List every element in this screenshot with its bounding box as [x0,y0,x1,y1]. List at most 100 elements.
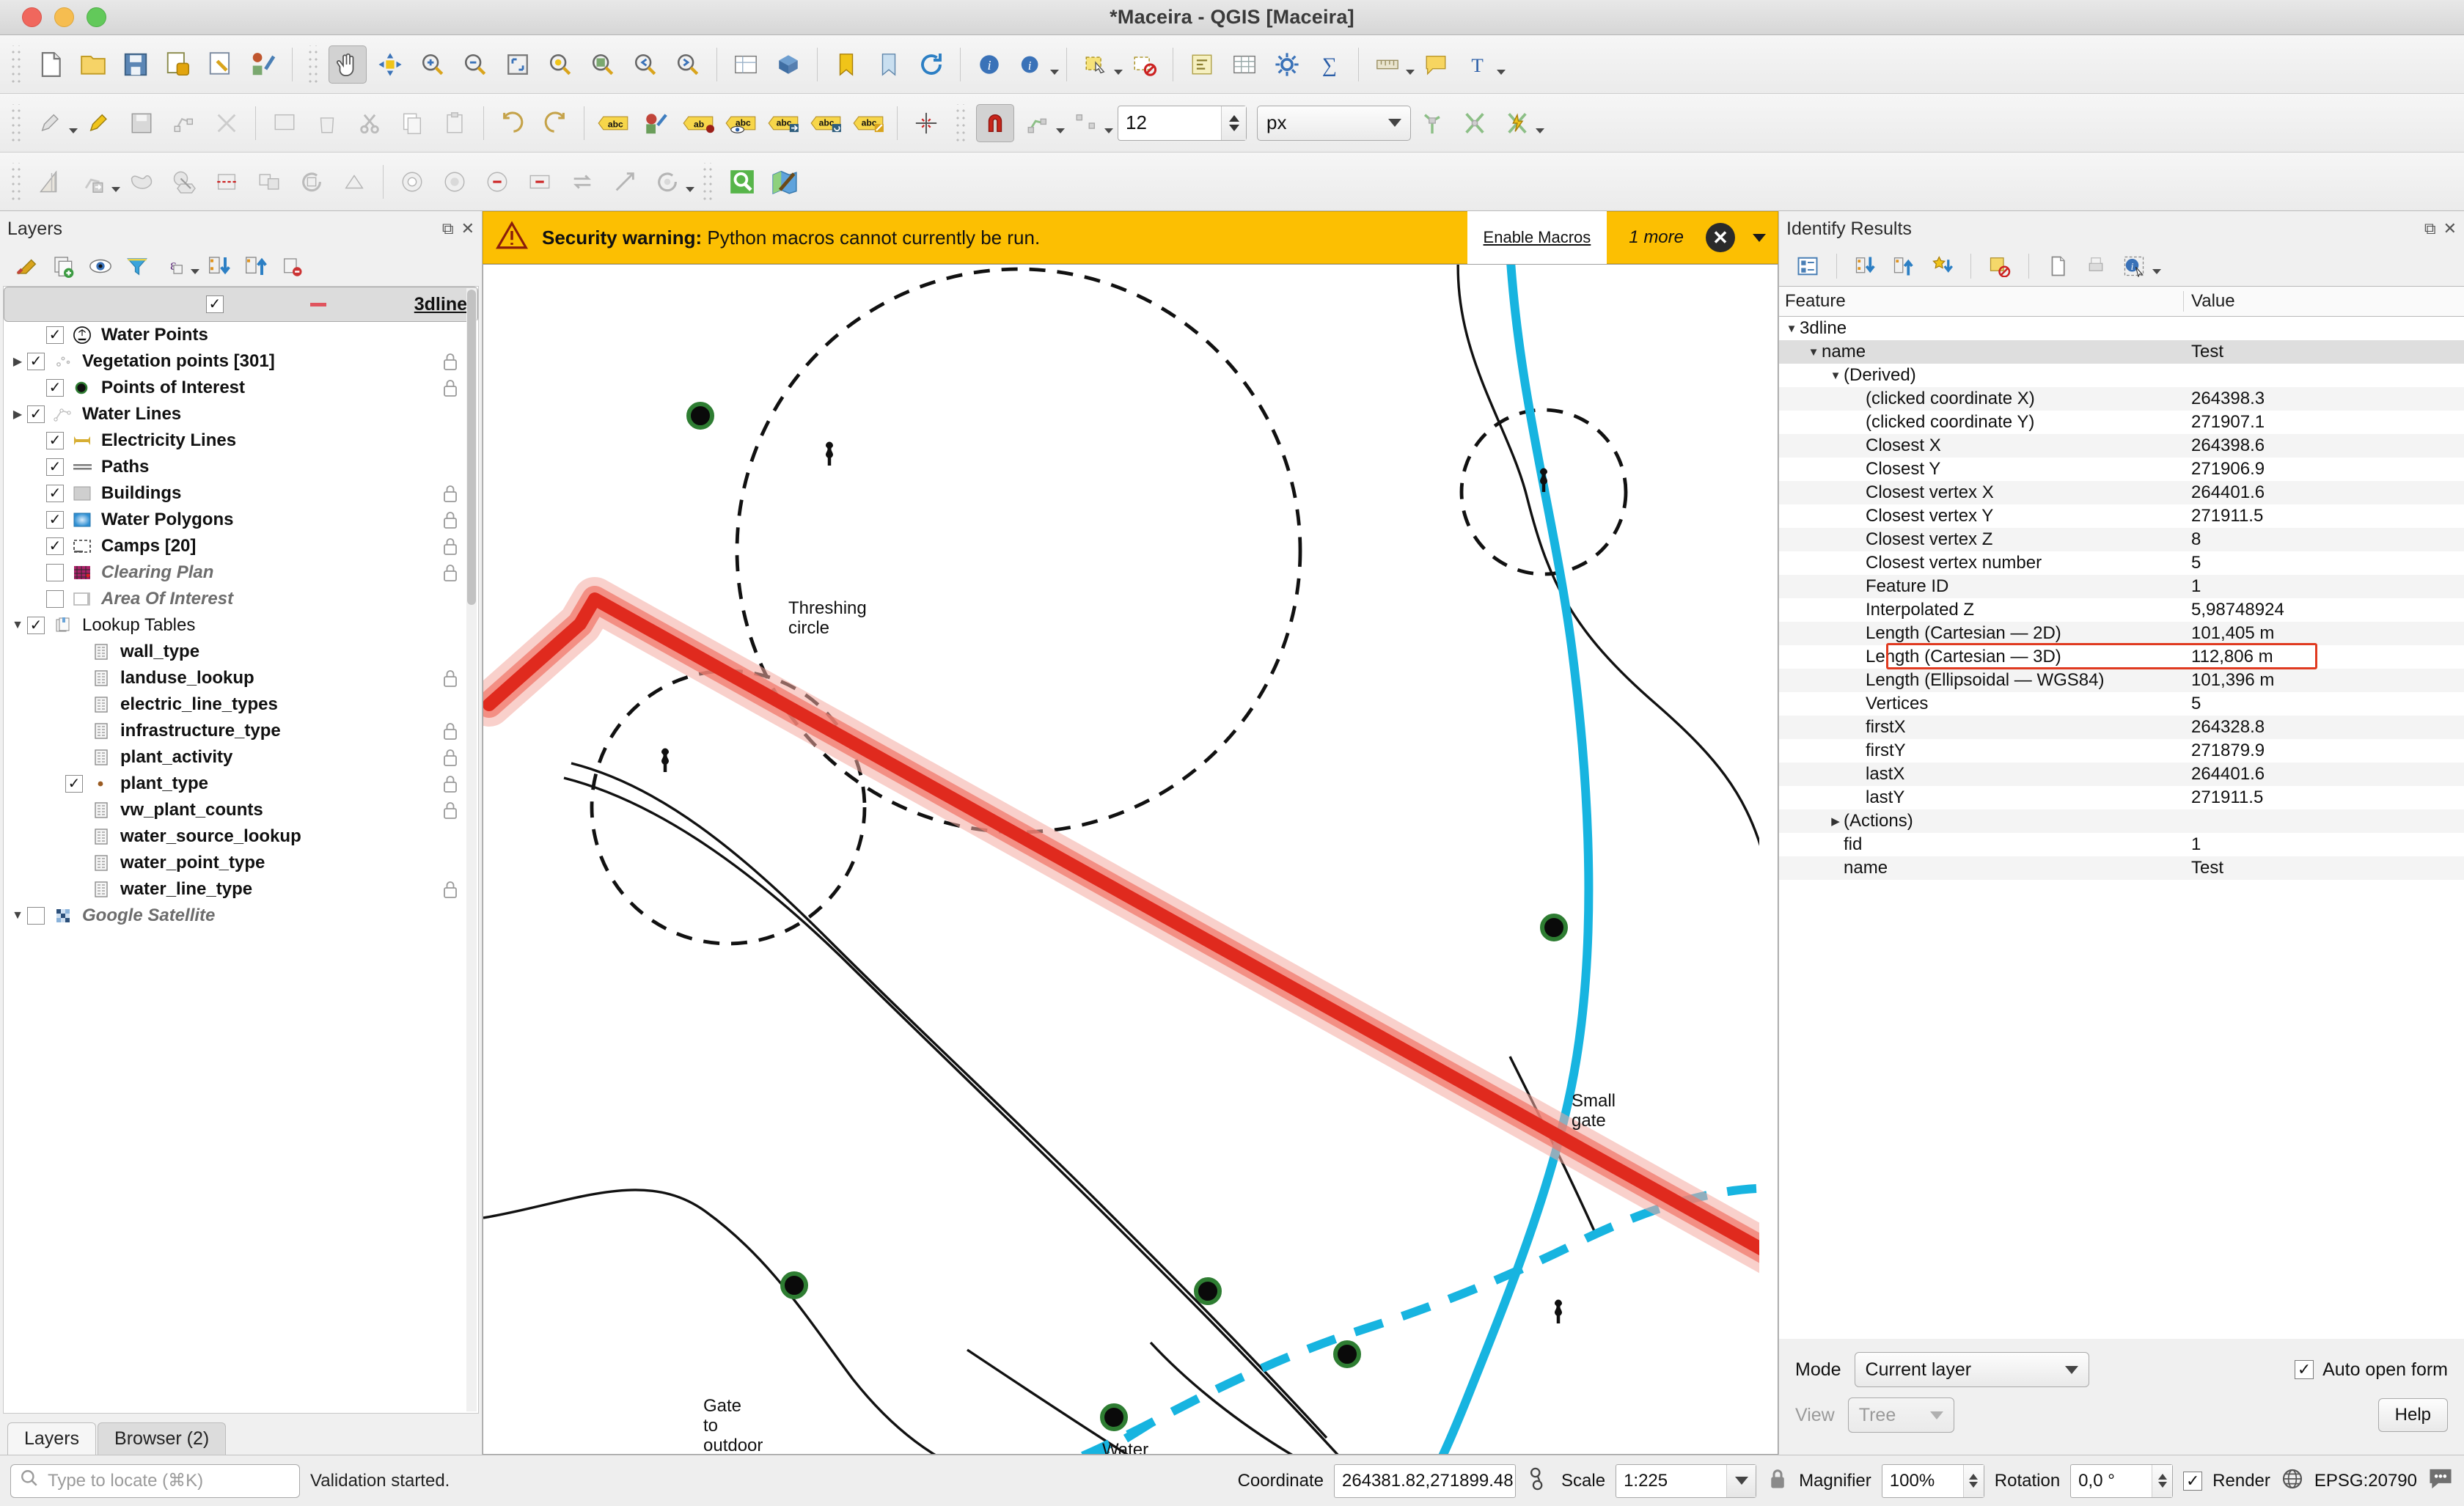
expand-all-icon[interactable] [202,249,236,283]
tab-layers[interactable]: Layers [7,1422,96,1455]
identify-row[interactable]: Closest vertex number5 [1779,551,2464,575]
layer-visibility-checkbox[interactable]: ✓ [46,432,64,449]
tree-twisty-icon[interactable]: ▼ [8,619,27,632]
default-expand-icon[interactable] [1925,249,1959,283]
magnifier-spin[interactable]: 100% [1882,1464,1984,1498]
expand-tree-icon[interactable] [1791,249,1825,283]
undock-panel-icon[interactable]: ⧉ [442,219,454,238]
layer-item-points-of-interest[interactable]: ✓Points of Interest [4,375,478,401]
snapping-vertex-icon[interactable] [1019,104,1057,142]
chevron-down-icon[interactable] [1104,128,1113,133]
layout-manager-icon[interactable] [202,45,240,84]
identify-row[interactable]: firstY271879.9 [1779,739,2464,763]
new-3d-map-view-icon[interactable] [769,45,807,84]
new-bookmark-icon[interactable] [870,45,908,84]
identify-row[interactable]: Interpolated Z5,98748924 [1779,598,2464,622]
layer-item-paths[interactable]: ✓Paths [4,454,478,480]
layer-visibility-checkbox[interactable]: ✓ [27,353,45,370]
show-bookmarks-icon[interactable] [827,45,865,84]
delete-part-icon[interactable] [521,163,559,201]
tree-twisty-icon[interactable]: ▶ [8,354,27,369]
identify-row[interactable]: (clicked coordinate X)264398.3 [1779,387,2464,411]
layer-visibility-checkbox[interactable] [46,590,64,608]
snapping-tolerance-field[interactable]: 12 [1118,106,1247,141]
rotate-point-symbols-icon[interactable] [648,163,686,201]
layer-visibility-checkbox[interactable]: ✓ [46,326,64,344]
save-layer-edits-icon[interactable] [122,104,161,142]
plugins-icon[interactable] [723,163,761,201]
layer-item-electric-line-types[interactable]: electric_line_types [4,691,478,718]
paste-features-icon[interactable] [436,104,474,142]
highlight-labels-icon[interactable]: abc [722,104,760,142]
identify-row[interactable]: firstX264328.8 [1779,716,2464,739]
reshape-features-icon[interactable] [122,163,161,201]
layer-item-landuse-lookup[interactable]: landuse_lookup [4,665,478,691]
layer-visibility-checkbox[interactable]: ✓ [65,775,83,793]
copy-feature-icon[interactable] [2041,249,2075,283]
georeferencer-icon[interactable] [766,163,804,201]
identify-row[interactable]: Closest Y271906.9 [1779,458,2464,481]
tree-twisty-icon[interactable]: ▼ [1805,346,1822,359]
expression-filter-icon[interactable]: ε [157,249,191,283]
rotation-spin[interactable]: 0,0 ° [2070,1464,2173,1498]
current-edits-icon[interactable] [32,104,70,142]
measure-line-icon[interactable] [1368,45,1407,84]
identify-row[interactable]: ▼nameTest [1779,340,2464,364]
move-label-icon[interactable]: abc [764,104,802,142]
topological-editing-icon[interactable] [1413,104,1451,142]
identify-row[interactable]: nameTest [1779,856,2464,880]
identify-row[interactable]: Length (Cartesian — 2D)101,405 m [1779,622,2464,645]
scale-value[interactable]: 1:225 [1616,1471,1726,1491]
add-feature-icon[interactable] [165,104,203,142]
undo-icon[interactable] [494,104,532,142]
pan-to-selection-icon[interactable] [371,45,409,84]
statistical-summary-icon[interactable]: ∑ [1310,45,1349,84]
collapse-all-icon[interactable] [1887,249,1921,283]
tree-twisty-icon[interactable]: ▶ [1827,815,1844,828]
new-project-icon[interactable] [32,45,70,84]
add-ring-icon[interactable] [393,163,431,201]
merge-features-icon[interactable] [250,163,288,201]
styling-icon[interactable] [637,104,675,142]
snapping-units-select[interactable]: px [1257,106,1411,141]
layer-visibility-checkbox[interactable]: ✓ [206,295,224,313]
zoom-last-icon[interactable] [626,45,664,84]
select-features-icon[interactable] [1077,45,1115,84]
chevron-down-icon[interactable] [191,269,199,274]
modify-attributes-icon[interactable] [265,104,304,142]
redo-icon[interactable] [536,104,574,142]
refresh-icon[interactable] [912,45,950,84]
layer-visibility-checkbox[interactable]: ✓ [46,485,64,502]
layer-item-water-line-type[interactable]: water_line_type [4,876,478,903]
pin-labels-icon[interactable]: ab [679,104,717,142]
spinner-arrows[interactable] [2152,1465,2172,1497]
auto-open-form-checkbox[interactable]: ✓ [2295,1360,2314,1379]
toggle-extents-icon[interactable] [1526,1466,1551,1495]
zoom-out-icon[interactable] [456,45,494,84]
toolbar-grip[interactable] [700,163,715,201]
chevron-down-icon[interactable] [2152,269,2161,274]
identify-row[interactable]: (clicked coordinate Y)271907.1 [1779,411,2464,434]
open-layer-styling-panel-icon[interactable] [10,249,44,283]
open-attribute-table-icon[interactable] [1225,45,1264,84]
layer-visibility-checkbox[interactable]: ✓ [46,511,64,529]
chevron-down-icon[interactable] [1056,128,1065,133]
identify-row[interactable]: Closest vertex Z8 [1779,528,2464,551]
layer-item-electricity-lines[interactable]: ✓Electricity Lines [4,427,478,454]
snapping-settings-icon[interactable] [907,104,945,142]
identify-row[interactable]: ▶(Actions) [1779,809,2464,833]
tree-twisty-icon[interactable]: ▼ [1783,323,1800,335]
manage-layer-visibility-icon[interactable] [84,249,117,283]
identify-row[interactable]: ▼(Derived) [1779,364,2464,387]
layers-tree[interactable]: ✓3dline✓Water Points▶✓Vegetation points … [3,286,479,1414]
layer-item-clearing-plan[interactable]: Clearing Plan [4,559,478,586]
chevron-down-icon[interactable] [686,187,694,192]
layer-visibility-checkbox[interactable]: ✓ [46,458,64,476]
print-icon[interactable] [2079,249,2113,283]
layer-item-vw-plant-counts[interactable]: vw_plant_counts [4,797,478,823]
layer-item-buildings[interactable]: ✓Buildings [4,480,478,507]
vertex-tool-icon[interactable] [208,104,246,142]
rotate-feature-icon[interactable] [293,163,331,201]
identify-settings-icon[interactable]: i [2117,249,2151,283]
identify-row[interactable]: fid1 [1779,833,2464,856]
